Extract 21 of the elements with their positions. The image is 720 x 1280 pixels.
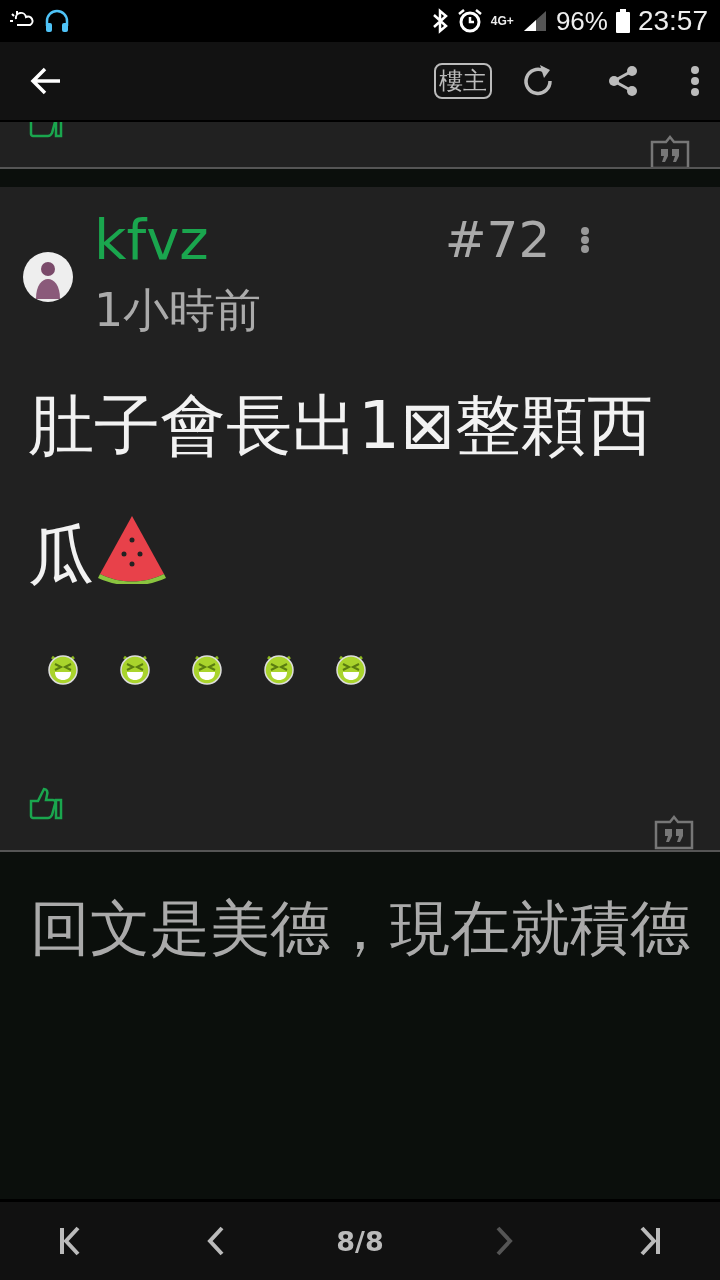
share-icon [608, 65, 638, 97]
avatar-icon[interactable] [22, 251, 74, 303]
quote-icon[interactable] [654, 814, 694, 850]
more-vertical-icon [690, 65, 700, 97]
floor-number: #72 [444, 210, 551, 271]
reply-field[interactable]: 回文是美德，現在就積德 [28, 892, 712, 964]
alarm-icon [456, 8, 483, 34]
clock-time: 23:57 [637, 5, 708, 37]
headphones-icon [44, 8, 70, 34]
more-vertical-icon [580, 226, 591, 254]
network-type: 4G+ [490, 14, 514, 28]
post-body: 肚子會長出1⊠整顆西瓜 [27, 386, 655, 596]
post-time: 1小時前 [94, 282, 263, 339]
battery-icon [615, 9, 630, 33]
back-arrow-icon [30, 67, 62, 95]
op-filter-button[interactable]: 樓主 [434, 63, 492, 99]
page-indicator: 8/8 [336, 1225, 384, 1257]
quote-icon[interactable] [650, 134, 690, 167]
author-name[interactable]: kfvz [94, 207, 209, 273]
battery-percentage: 96% [555, 5, 608, 37]
thumbs-up-icon[interactable] [28, 786, 64, 820]
